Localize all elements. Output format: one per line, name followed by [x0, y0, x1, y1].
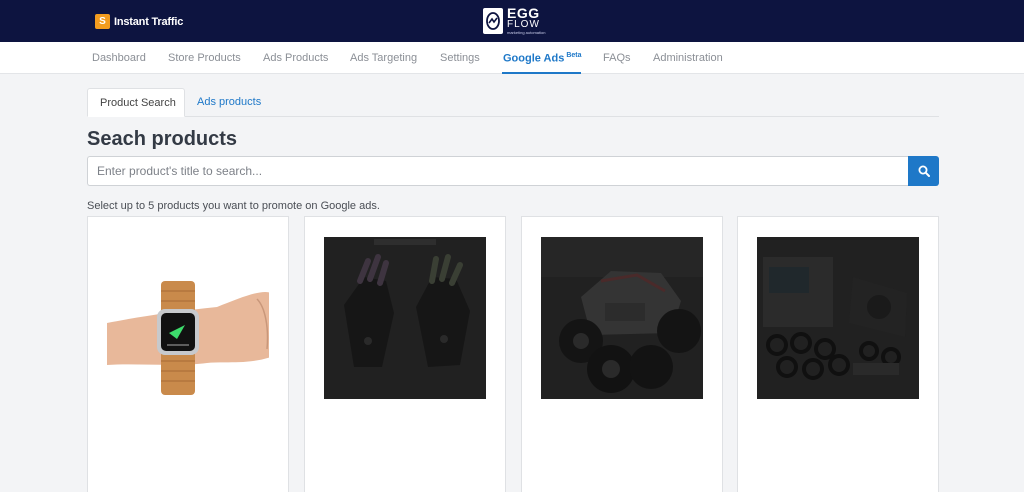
- selection-hint: Select up to 5 products you want to prom…: [87, 200, 380, 212]
- search-button[interactable]: [908, 156, 939, 186]
- nav-dashboard[interactable]: Dashboard: [92, 52, 146, 64]
- product-card[interactable]: [87, 216, 289, 492]
- product-card[interactable]: [737, 216, 939, 492]
- top-bar: S Instant Traffic EGG FLOW marketing aut…: [0, 0, 1024, 42]
- product-search-input[interactable]: [87, 156, 908, 186]
- product-card[interactable]: [521, 216, 723, 492]
- nav-google-ads-label: Google Ads: [503, 52, 565, 65]
- content-tabs: Product Search Ads products: [87, 88, 939, 117]
- tab-product-search[interactable]: Product Search: [87, 88, 185, 117]
- logo-text-egg: EGG: [507, 5, 540, 21]
- tab-ads-products[interactable]: Ads products: [185, 88, 273, 117]
- brand-name: Instant Traffic: [114, 15, 184, 28]
- nav-settings[interactable]: Settings: [440, 52, 480, 64]
- nav-google-ads[interactable]: Google Ads Beta: [503, 52, 582, 65]
- nav-ads-targeting[interactable]: Ads Targeting: [350, 52, 417, 64]
- brand-logo-icon: S: [95, 14, 110, 29]
- product-image-rc-truck: [541, 237, 703, 399]
- logo-text-flow: FLOW: [507, 19, 540, 30]
- product-card[interactable]: [304, 216, 506, 492]
- active-nav-indicator: [502, 72, 581, 74]
- nav-ads-products[interactable]: Ads Products: [263, 52, 328, 64]
- nav-faqs[interactable]: FAQs: [603, 52, 631, 64]
- brand[interactable]: S Instant Traffic: [95, 14, 183, 29]
- logo-tagline: marketing automation: [507, 30, 546, 35]
- page-title: Seach products: [87, 128, 238, 150]
- beta-badge: Beta: [566, 52, 582, 59]
- product-image-led-gloves: [324, 237, 486, 399]
- search-bar: [87, 156, 939, 186]
- nav-administration[interactable]: Administration: [653, 52, 723, 64]
- eggflow-logo: EGG FLOW marketing automation: [483, 6, 545, 35]
- nav-store-products[interactable]: Store Products: [168, 52, 241, 64]
- egg-logo-icon: [483, 7, 503, 34]
- main-nav: Dashboard Store Products Ads Products Ad…: [0, 42, 1024, 74]
- product-image-lens-kit: [757, 237, 919, 399]
- search-icon: [918, 165, 930, 177]
- product-image-watch: [107, 237, 269, 399]
